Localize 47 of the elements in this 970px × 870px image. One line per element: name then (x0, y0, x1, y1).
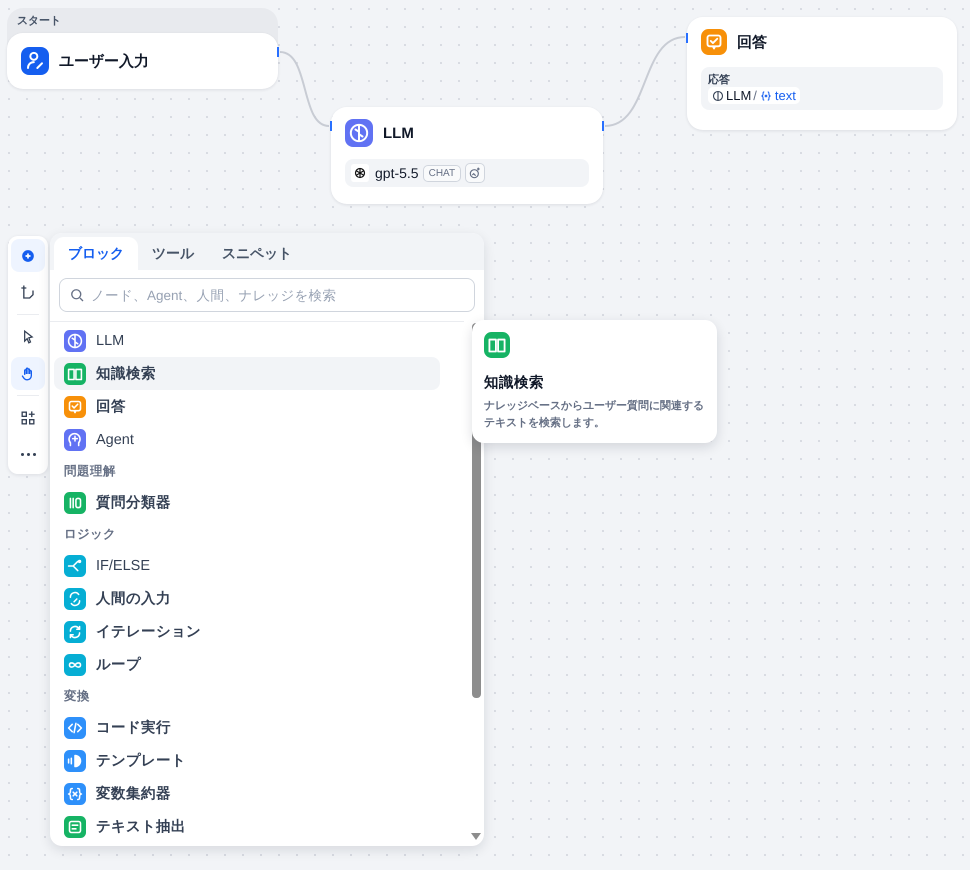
user-icon (21, 47, 49, 75)
input-handle[interactable] (686, 33, 688, 43)
panel-tab[interactable]: ツール (138, 237, 208, 270)
variable-icon (758, 88, 773, 102)
block-item[interactable]: 変数集約器 (54, 777, 440, 810)
block-item[interactable]: 質問分類器 (54, 486, 440, 519)
variable-chip[interactable]: LLM/ text (708, 87, 800, 104)
node-title: 回答 (737, 32, 767, 52)
model-name: gpt-5.5 (375, 165, 419, 181)
field-label: 応答 (708, 72, 731, 87)
input-handle[interactable] (330, 121, 332, 131)
block-item[interactable]: 回答 (54, 390, 440, 423)
output-handle[interactable] (277, 47, 279, 57)
node-card[interactable]: ユーザー入力 (7, 33, 278, 89)
block-item[interactable]: ループ (54, 648, 440, 681)
block-item[interactable]: コード実行 (54, 711, 440, 744)
node-title: LLM (383, 124, 414, 142)
model-logo-icon (351, 164, 369, 182)
tooltip-description: ナレッジベースからユーザー質問に関連するテキストを検索します。 (484, 398, 705, 432)
block-item[interactable]: イテレーション (54, 615, 440, 648)
hand-button[interactable] (11, 357, 45, 390)
block-item[interactable]: LLM (54, 324, 440, 357)
block-item[interactable]: Agent (54, 423, 440, 456)
more-icon (20, 453, 36, 456)
scroll-down-icon[interactable] (471, 833, 481, 841)
add-button[interactable] (11, 239, 45, 272)
search-field[interactable]: ノード、Agent、人間、ナレッジを検索 (59, 278, 475, 312)
chat-check-icon (701, 29, 727, 55)
model-tag: CHAT (422, 164, 462, 182)
group-label: スタート (16, 14, 62, 29)
block-item[interactable]: 知識検索 (54, 357, 440, 390)
node-title: ユーザー入力 (59, 52, 149, 70)
section-heading: 問題理解 (63, 462, 117, 480)
node-card[interactable]: 回答 応答 LLM/ text (687, 17, 957, 130)
tooltip-title: 知識検索 (484, 374, 545, 392)
block-item[interactable]: テンプレート (54, 744, 440, 777)
section-heading: ロジック (63, 526, 117, 542)
section-heading: 変換 (63, 688, 91, 704)
panel-tab[interactable]: ブロック (54, 237, 138, 270)
output-handle[interactable] (602, 121, 604, 131)
panel-tab[interactable]: スニペット (208, 237, 306, 270)
node-card[interactable]: LLM gpt-5.5 CHAT (331, 107, 603, 204)
book-icon (484, 332, 510, 358)
block-item[interactable]: IF/ELSE (54, 549, 440, 582)
block-item[interactable]: テキスト抽出 (54, 810, 440, 843)
search-icon (68, 286, 86, 304)
block-item[interactable]: 人間の入力 (54, 582, 440, 615)
